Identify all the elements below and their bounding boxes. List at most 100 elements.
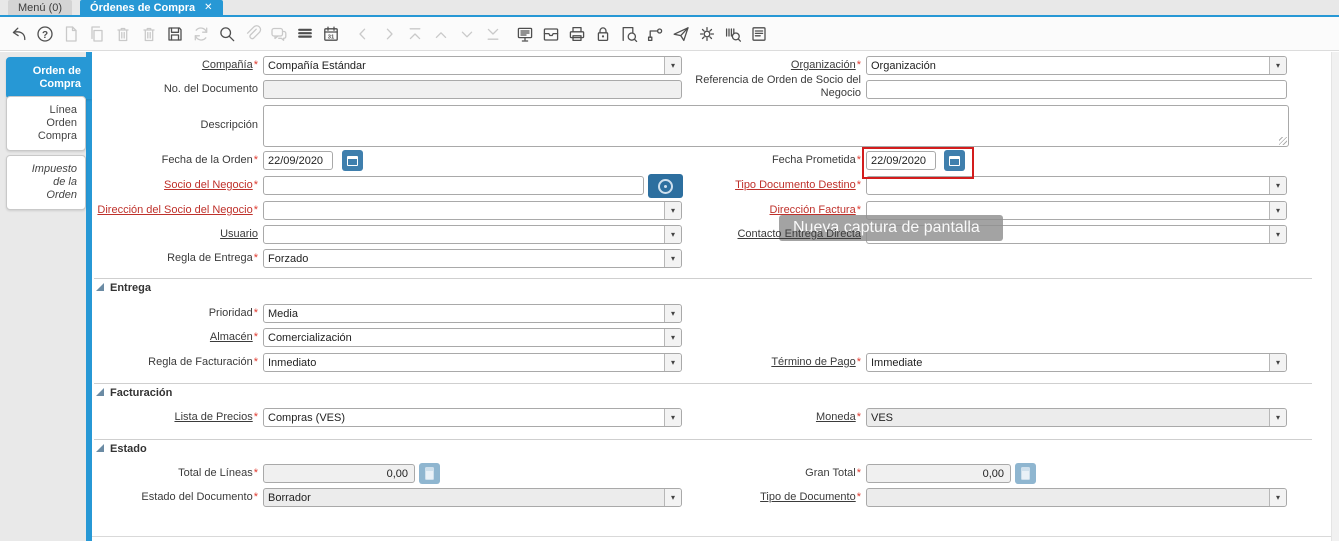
tipo-documento-field[interactable]: ▾	[866, 488, 1287, 507]
tipo-documento-label[interactable]: Tipo de Documento*	[760, 491, 861, 504]
section-entrega-header[interactable]: Entrega	[110, 282, 151, 294]
sidebar-tab-linea-orden-compra[interactable]: Línea Orden Compra	[6, 96, 86, 151]
organizacion-field[interactable]: Organización ▾	[866, 56, 1287, 75]
window-log-icon[interactable]	[746, 19, 772, 49]
termino-pago-field[interactable]: Immediate ▾	[866, 353, 1287, 372]
regla-entrega-field[interactable]: Forzado ▾	[263, 249, 682, 268]
dropdown-arrow-icon[interactable]: ▾	[664, 202, 681, 219]
gran-total-label: Gran Total*	[805, 467, 861, 479]
moneda-label[interactable]: Moneda*	[816, 411, 861, 424]
fecha-orden-calendar-button[interactable]	[342, 150, 363, 171]
undo-icon[interactable]	[6, 19, 32, 49]
termino-pago-label[interactable]: Término de Pago*	[771, 356, 861, 369]
dropdown-arrow-icon[interactable]: ▾	[664, 57, 681, 74]
prioridad-field[interactable]: Media ▾	[263, 304, 682, 323]
usuario-label[interactable]: Usuario	[220, 228, 258, 241]
section-collapse-icon[interactable]	[96, 388, 104, 396]
parent-record-icon[interactable]	[428, 19, 454, 49]
organizacion-label[interactable]: Organización*	[791, 59, 861, 72]
section-facturacion-header[interactable]: Facturación	[110, 387, 172, 399]
toggle-grid-icon[interactable]	[292, 19, 318, 49]
dropdown-arrow-icon[interactable]: ▾	[1269, 489, 1286, 506]
workflow-icon[interactable]	[642, 19, 668, 49]
close-icon[interactable]: ✕	[204, 2, 212, 13]
request-icon[interactable]	[668, 19, 694, 49]
section-collapse-icon[interactable]	[96, 444, 104, 452]
tab-menu[interactable]: Menú (0)	[8, 0, 73, 15]
fecha-prometida-calendar-button[interactable]	[944, 150, 965, 171]
moneda-field[interactable]: VES ▾	[866, 408, 1287, 427]
lista-precios-label[interactable]: Lista de Precios*	[174, 411, 258, 424]
sidebar-tab-orden-de-compra[interactable]: Orden de Compra	[6, 57, 92, 99]
tab-ordenes-de-compra[interactable]: Órdenes de Compra ✕	[80, 0, 223, 15]
fecha-orden-field[interactable]: 22/09/2020	[263, 151, 333, 170]
scrollbar-track[interactable]	[1331, 52, 1339, 541]
dropdown-arrow-icon[interactable]: ▾	[1269, 177, 1286, 194]
detail-record-icon[interactable]	[454, 19, 480, 49]
gran-total-field: 0,00	[866, 464, 1011, 483]
dropdown-arrow-icon[interactable]: ▾	[664, 489, 681, 506]
direccion-socio-field[interactable]: ▾	[263, 201, 682, 220]
estado-documento-field[interactable]: Borrador ▾	[263, 488, 682, 507]
total-lineas-calculator-button[interactable]	[419, 463, 440, 484]
dropdown-arrow-icon[interactable]: ▾	[664, 226, 681, 243]
tipo-doc-destino-label[interactable]: Tipo Documento Destino*	[735, 179, 861, 192]
new-record-icon[interactable]	[58, 19, 84, 49]
report-icon[interactable]	[512, 19, 538, 49]
lock-icon[interactable]	[590, 19, 616, 49]
dropdown-arrow-icon[interactable]: ▾	[1269, 409, 1286, 426]
dropdown-arrow-icon[interactable]: ▾	[664, 305, 681, 322]
lista-precios-field[interactable]: Compras (VES) ▾	[263, 408, 682, 427]
sidebar-tab-impuesto-de-la-orden[interactable]: Impuesto de la Orden	[6, 155, 86, 210]
save-icon[interactable]	[162, 19, 188, 49]
dropdown-arrow-icon[interactable]: ▾	[1269, 57, 1286, 74]
print-icon[interactable]	[564, 19, 590, 49]
resize-handle[interactable]	[1279, 137, 1287, 145]
find-icon[interactable]	[214, 19, 240, 49]
referencia-field[interactable]	[866, 80, 1287, 99]
previous-record-icon[interactable]	[350, 19, 376, 49]
chat-icon[interactable]	[266, 19, 292, 49]
fecha-prometida-field[interactable]: 22/09/2020	[866, 151, 936, 170]
first-record-icon[interactable]	[402, 19, 428, 49]
regla-facturacion-field[interactable]: Inmediato ▾	[263, 353, 682, 372]
dropdown-arrow-icon[interactable]: ▾	[1269, 226, 1286, 243]
gran-total-calculator-button[interactable]	[1015, 463, 1036, 484]
last-record-icon[interactable]	[480, 19, 506, 49]
dropdown-arrow-icon[interactable]: ▾	[1269, 202, 1286, 219]
direccion-socio-label[interactable]: Dirección del Socio del Negocio*	[97, 204, 258, 217]
section-divider	[94, 439, 1312, 440]
dropdown-arrow-icon[interactable]: ▾	[664, 250, 681, 267]
contacto-label[interactable]: Contacto Entrega Directa	[737, 228, 861, 241]
socio-search-button[interactable]	[648, 174, 683, 198]
descripcion-field[interactable]	[263, 105, 1289, 147]
preferences-icon[interactable]	[694, 19, 720, 49]
socio-field[interactable]	[263, 176, 644, 195]
delete-selection-icon[interactable]	[136, 19, 162, 49]
dropdown-arrow-icon[interactable]: ▾	[664, 329, 681, 346]
usuario-field[interactable]: ▾	[263, 225, 682, 244]
socio-label[interactable]: Socio del Negocio*	[164, 179, 258, 192]
dropdown-arrow-icon[interactable]: ▾	[664, 354, 681, 371]
tipo-doc-destino-field[interactable]: ▾	[866, 176, 1287, 195]
help-icon[interactable]: ?	[32, 19, 58, 49]
calendar-icon[interactable]: 31	[318, 19, 344, 49]
attachment-icon[interactable]	[240, 19, 266, 49]
next-record-icon[interactable]	[376, 19, 402, 49]
archive-icon[interactable]	[538, 19, 564, 49]
copy-record-icon[interactable]	[84, 19, 110, 49]
section-collapse-icon[interactable]	[96, 283, 104, 291]
zoom-across-icon[interactable]	[616, 19, 642, 49]
refresh-icon[interactable]	[188, 19, 214, 49]
delete-record-icon[interactable]	[110, 19, 136, 49]
compania-label[interactable]: Compañía*	[202, 59, 258, 72]
calculator-icon	[425, 467, 434, 480]
section-estado-header[interactable]: Estado	[110, 443, 147, 455]
almacen-field[interactable]: Comercialización ▾	[263, 328, 682, 347]
section-divider	[94, 278, 1312, 279]
dropdown-arrow-icon[interactable]: ▾	[1269, 354, 1286, 371]
almacen-label[interactable]: Almacén*	[210, 331, 258, 344]
dropdown-arrow-icon[interactable]: ▾	[664, 409, 681, 426]
compania-field[interactable]: Compañía Estándar ▾	[263, 56, 682, 75]
product-info-icon[interactable]	[720, 19, 746, 49]
